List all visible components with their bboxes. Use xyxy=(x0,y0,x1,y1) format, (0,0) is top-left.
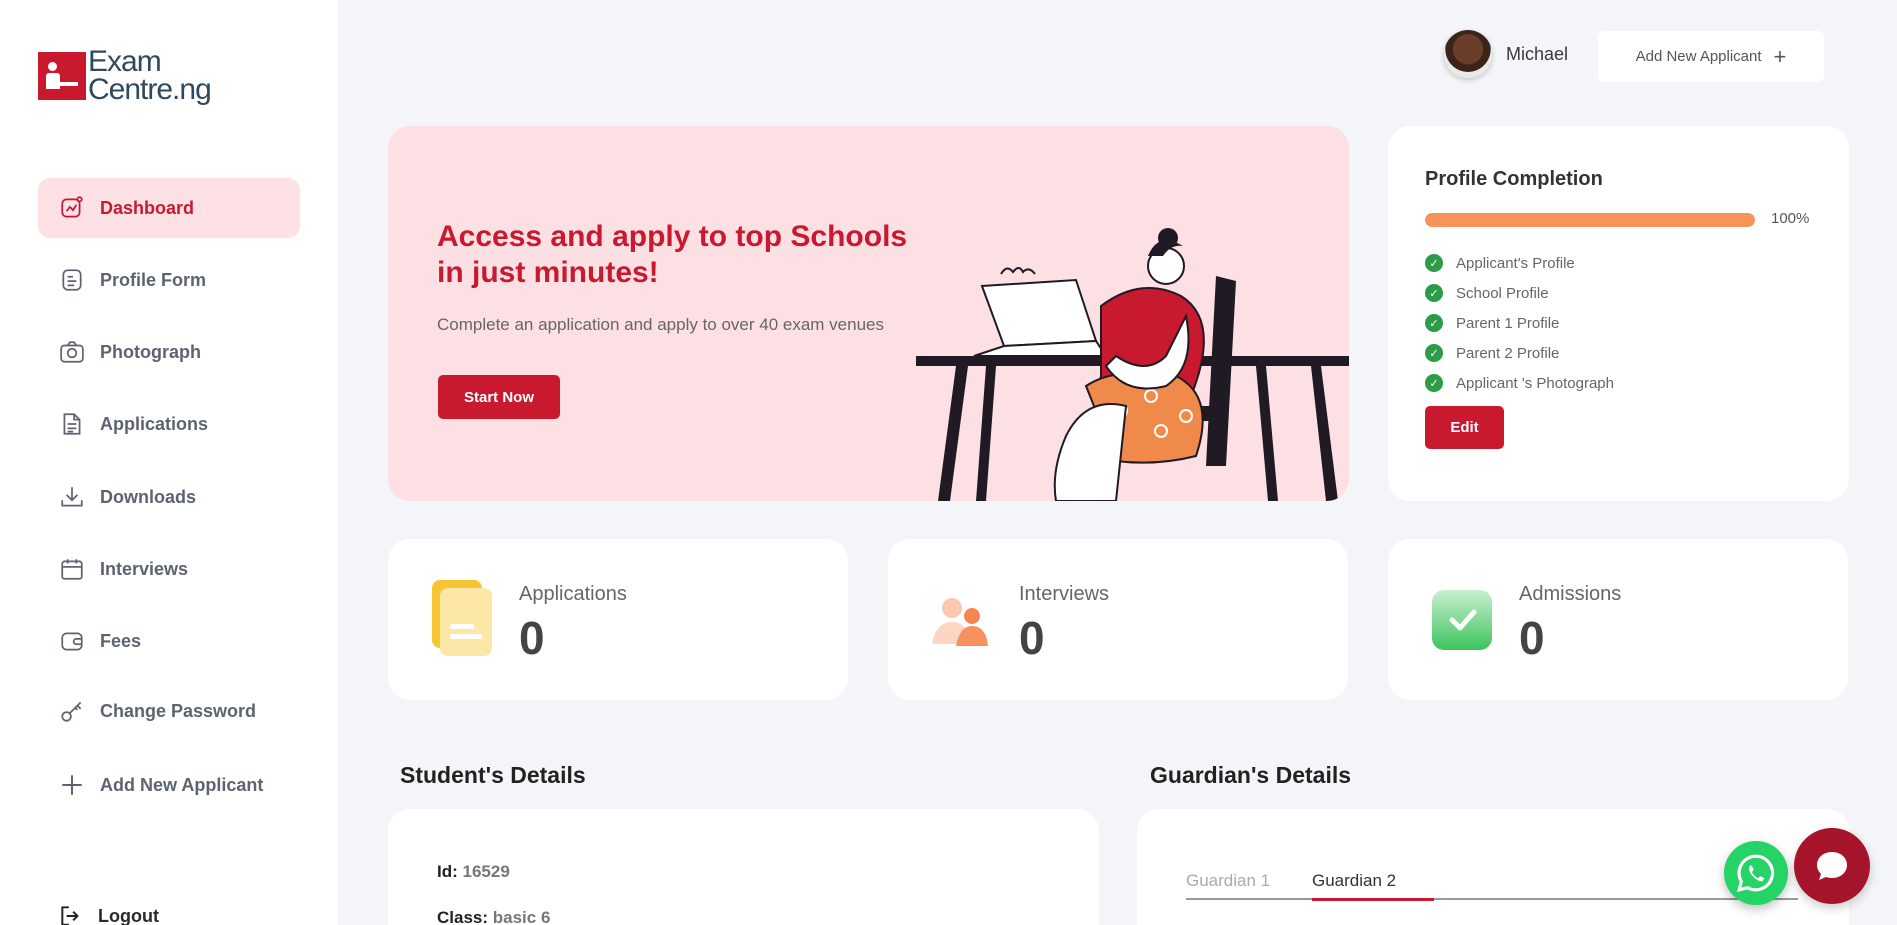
admissions-icon xyxy=(1432,590,1492,650)
sidebar-item-add-new-applicant[interactable]: Add New Applicant xyxy=(38,755,300,815)
checklist-label: School Profile xyxy=(1456,284,1549,302)
live-chat-button[interactable] xyxy=(1794,828,1870,904)
stat-label: Applications xyxy=(519,583,627,605)
check-icon: ✓ xyxy=(1425,284,1443,302)
profile-progress-label: 100% xyxy=(1771,210,1810,227)
logout-icon xyxy=(61,906,79,925)
students-details-panel: Id: 16529 Class: basic 6 xyxy=(388,809,1099,925)
tab-guardian-1[interactable]: Guardian 1 xyxy=(1186,871,1270,891)
sidebar-item-change-password[interactable]: Change Password xyxy=(38,681,300,741)
form-icon xyxy=(58,266,86,294)
stat-value: 0 xyxy=(1519,612,1545,664)
student-id: Id: 16529 xyxy=(437,862,510,882)
hero-title: Access and apply to top Schools in just … xyxy=(437,220,908,289)
user-menu[interactable]: Michael xyxy=(1444,30,1568,78)
checklist-item: ✓ Parent 2 Profile xyxy=(1425,338,1614,368)
sidebar-item-label: Photograph xyxy=(100,341,201,362)
avatar xyxy=(1444,30,1492,78)
sidebar: Exam Centre.ng Dashboard Profile Form Ph… xyxy=(0,0,338,925)
profile-progress-bar xyxy=(1425,213,1755,227)
student-id-label: Id: xyxy=(437,862,458,881)
active-tab-indicator xyxy=(1312,898,1434,901)
sidebar-item-photograph[interactable]: Photograph xyxy=(38,322,300,382)
wallet-icon xyxy=(58,627,86,655)
checklist-item: ✓ Applicant's Profile xyxy=(1425,248,1614,278)
chat-bubble-icon xyxy=(1817,852,1847,880)
start-now-button[interactable]: Start Now xyxy=(438,375,560,419)
profile-checklist: ✓ Applicant's Profile ✓ School Profile ✓ Pa… xyxy=(1425,248,1614,398)
download-icon xyxy=(58,483,86,511)
profile-completion-card: Profile Completion 100% ✓ Applicant's Pro… xyxy=(1388,126,1849,501)
logo-mark-icon xyxy=(38,52,86,100)
sidebar-item-interviews[interactable]: Interviews xyxy=(38,539,300,599)
logout-button[interactable]: Logout xyxy=(58,903,159,925)
logout-label: Logout xyxy=(98,905,159,925)
whatsapp-button[interactable] xyxy=(1724,841,1788,905)
sidebar-item-profile-form[interactable]: Profile Form xyxy=(38,250,300,310)
sidebar-item-label: Applications xyxy=(100,413,209,434)
whatsapp-icon xyxy=(1737,854,1775,892)
check-icon: ✓ xyxy=(1425,254,1443,272)
logo-text: Exam Centre.ng xyxy=(88,45,212,106)
sidebar-item-label: Dashboard xyxy=(100,197,195,218)
tab-guardian-2[interactable]: Guardian 2 xyxy=(1312,871,1396,891)
checklist-item: ✓ Parent 1 Profile xyxy=(1425,308,1614,338)
student-id-value: 16529 xyxy=(462,862,510,881)
sidebar-item-downloads[interactable]: Downloads xyxy=(38,467,300,527)
sidebar-item-label: Interviews xyxy=(100,558,189,579)
checklist-item: ✓ Applicant 's Photograph xyxy=(1425,368,1614,398)
plus-icon xyxy=(58,771,86,799)
profile-progress-fill xyxy=(1425,213,1755,227)
students-details-title: Student's Details xyxy=(400,762,586,788)
student-class-value: basic 6 xyxy=(492,908,551,925)
student-illustration xyxy=(916,228,1349,501)
stat-card-applications[interactable]: Applications 0 xyxy=(388,539,848,700)
stat-label: Interviews xyxy=(1019,583,1110,605)
checklist-label: Parent 2 Profile xyxy=(1456,344,1560,362)
sidebar-item-label: Add New Applicant xyxy=(100,774,264,795)
applications-icon xyxy=(432,580,492,656)
guardians-details-title: Guardian's Details xyxy=(1150,762,1352,788)
hero-subtitle: Complete an application and apply to ove… xyxy=(437,315,885,334)
check-icon: ✓ xyxy=(1425,314,1443,332)
sidebar-item-label: Fees xyxy=(100,630,142,651)
checklist-item: ✓ School Profile xyxy=(1425,278,1614,308)
checklist-label: Parent 1 Profile xyxy=(1456,314,1560,332)
add-new-applicant-label: Add New Applicant xyxy=(1635,48,1762,65)
interviews-icon xyxy=(932,598,988,646)
camera-icon xyxy=(58,338,86,366)
edit-profile-button[interactable]: Edit xyxy=(1425,406,1504,449)
checklist-label: Applicant 's Photograph xyxy=(1456,374,1614,392)
key-icon xyxy=(58,697,86,725)
checklist-label: Applicant's Profile xyxy=(1456,254,1575,272)
sidebar-item-fees[interactable]: Fees xyxy=(38,611,300,671)
stat-card-admissions[interactable]: Admissions 0 xyxy=(1388,539,1848,700)
calendar-icon xyxy=(58,555,86,583)
sidebar-item-applications[interactable]: Applications xyxy=(38,394,300,454)
chart-icon xyxy=(58,194,86,222)
brand-logo[interactable]: Exam Centre.ng xyxy=(38,45,212,106)
sidebar-item-dashboard[interactable]: Dashboard xyxy=(38,178,300,238)
guardian-tabs: Guardian 1 Guardian 2 xyxy=(1186,864,1798,901)
student-class-label: Class: xyxy=(437,908,489,925)
stat-value: 0 xyxy=(519,612,545,664)
profile-completion-title: Profile Completion xyxy=(1425,168,1603,190)
sidebar-item-label: Profile Form xyxy=(100,269,207,290)
student-class: Class: basic 6 xyxy=(437,908,550,925)
stat-label: Admissions xyxy=(1519,583,1622,605)
check-icon: ✓ xyxy=(1425,344,1443,362)
stat-card-interviews[interactable]: Interviews 0 xyxy=(888,539,1348,700)
add-new-applicant-button[interactable]: Add New Applicant + xyxy=(1598,31,1824,82)
sidebar-item-label: Downloads xyxy=(100,486,197,507)
stat-value: 0 xyxy=(1019,612,1045,664)
user-name: Michael xyxy=(1506,43,1569,64)
sidebar-item-label: Change Password xyxy=(100,700,257,721)
plus-icon: + xyxy=(1773,43,1787,69)
check-icon: ✓ xyxy=(1425,374,1443,392)
document-icon xyxy=(58,410,86,438)
hero-banner: Access and apply to top Schools in just … xyxy=(388,126,1349,501)
